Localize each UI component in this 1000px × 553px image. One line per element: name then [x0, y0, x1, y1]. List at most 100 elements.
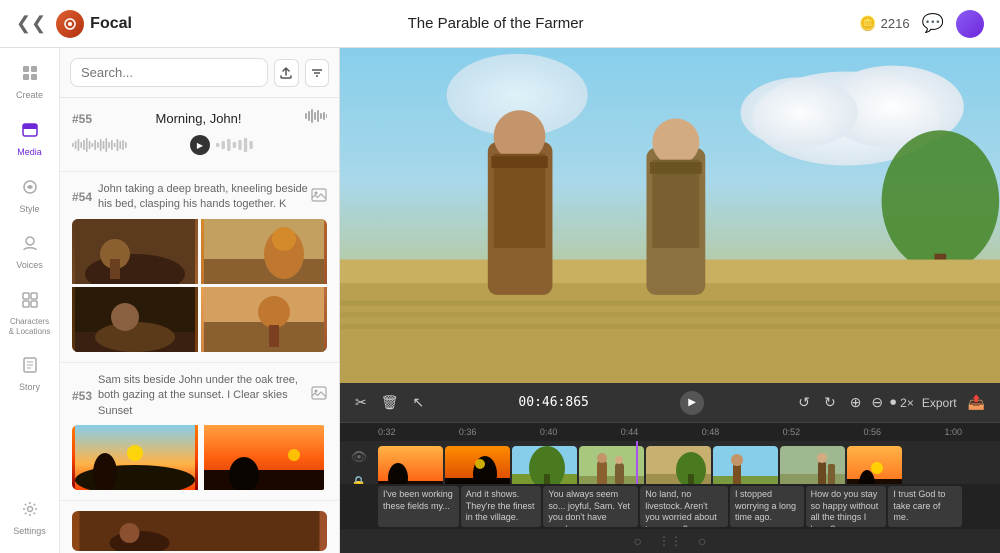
track-thumb[interactable] — [847, 446, 902, 484]
filter-button[interactable] — [305, 59, 330, 87]
sidebar-item-characters[interactable]: Characters & Locations — [4, 283, 56, 344]
timeline-bottom-bar: ○ ⋮⋮ ○ — [340, 529, 1000, 553]
app-name: Focal — [90, 15, 132, 33]
sidebar-item-settings[interactable]: Settings — [4, 492, 56, 545]
timeline-time: 00:46:865 — [518, 395, 588, 410]
upload-button[interactable] — [274, 59, 299, 87]
image-icon-53 — [311, 386, 327, 405]
delete-button[interactable]: 🗑 — [378, 391, 402, 414]
track-thumb[interactable] — [780, 446, 845, 484]
sidebar-item-story[interactable]: Story — [4, 348, 56, 401]
track-thumb[interactable] — [579, 446, 644, 484]
sidebar-item-style[interactable]: Style — [4, 170, 56, 223]
scene-item-partial[interactable] — [60, 501, 339, 553]
sidebar-item-media-label: Media — [17, 147, 42, 158]
sidebar-item-voices[interactable]: Voices — [4, 226, 56, 279]
redo-button[interactable]: ↻ — [821, 391, 839, 414]
credits-value: 2216 — [881, 16, 910, 31]
zoom-controls: ⊕ ⊖ ⏺ 2× — [847, 391, 914, 414]
nav-back-button[interactable]: ❮❮ — [16, 13, 46, 34]
caption-segment: I stopped worrying a long time ago. — [730, 486, 804, 527]
ruler-mark: 1:00 — [944, 427, 962, 437]
scene-item-53[interactable]: #53 Sam sits beside John under the oak t… — [60, 363, 339, 501]
sidebar-item-story-label: Story — [19, 382, 40, 393]
scene-thumb — [201, 287, 327, 352]
scene-images-54 — [72, 219, 327, 352]
export-button[interactable]: Export — [922, 396, 957, 410]
zoom-out-button[interactable]: ⊖ — [868, 391, 886, 414]
style-icon — [21, 178, 39, 201]
scene-desc-53: Sam sits beside John under the oak tree,… — [98, 373, 311, 419]
ruler-mark: 0:52 — [783, 427, 801, 437]
topbar-left: ❮❮ Focal — [16, 10, 132, 38]
export-icon-button[interactable]: 📤 — [965, 391, 988, 414]
scene-thumb — [72, 219, 198, 284]
timeline-toolbar: ✂ 🗑 ↖ 00:46:865 ▶ ↺ ↻ ⊕ ⊖ ⏺ 2× Export 📤 — [340, 383, 1000, 423]
main-layout: Create Media Style — [0, 48, 1000, 553]
track-thumb[interactable] — [512, 446, 577, 484]
track-thumb[interactable] — [646, 446, 711, 484]
sidebar-item-create-label: Create — [16, 90, 43, 101]
track-side-icons: 👁 🔒 🎤 🔊 — [340, 441, 378, 484]
settings-icon — [21, 500, 39, 523]
thumbnail-strip — [378, 441, 1000, 484]
play-button-55[interactable] — [190, 135, 210, 155]
undo-button[interactable]: ↺ — [795, 391, 813, 414]
timeline-ruler: 0:32 0:36 0:40 0:44 0:48 0:52 0:56 1:00 — [340, 423, 1000, 441]
scene-header-53: #53 Sam sits beside John under the oak t… — [72, 373, 327, 419]
sidebar-item-create[interactable]: Create — [4, 56, 56, 109]
scene-thumb — [201, 219, 327, 284]
ruler-mark: 0:40 — [540, 427, 558, 437]
timeline: ✂ 🗑 ↖ 00:46:865 ▶ ↺ ↻ ⊕ ⊖ ⏺ 2× Export 📤 — [340, 383, 1000, 553]
track-area: 👁 🔒 🎤 🔊 — [340, 441, 1000, 484]
track-thumb[interactable] — [378, 446, 443, 484]
app-logo: Focal — [56, 10, 132, 38]
media-icon — [21, 121, 39, 144]
scene-number-55: #55 — [72, 112, 92, 126]
sidebar-item-style-label: Style — [19, 204, 39, 215]
ruler-mark: 0:36 — [459, 427, 477, 437]
scene-desc-54: John taking a deep breath, kneeling besi… — [98, 182, 311, 213]
story-icon — [21, 356, 39, 379]
play-pause-button[interactable]: ▶ — [680, 391, 704, 415]
user-avatar[interactable] — [956, 10, 984, 38]
voices-icon — [21, 234, 39, 257]
credits-badge: 🪙 2216 — [859, 15, 909, 32]
scene-item-54[interactable]: #54 John taking a deep breath, kneeling … — [60, 172, 339, 363]
cursor-button[interactable]: ↖ — [410, 391, 428, 414]
caption-segment: And it shows. They're the finest in the … — [461, 486, 542, 527]
sidebar-item-settings-label: Settings — [13, 526, 46, 537]
image-icon-54 — [311, 188, 327, 207]
caption-segment: I trust God to take care of me. — [888, 486, 962, 527]
scene-thumb — [72, 425, 198, 490]
chat-icon[interactable]: 💬 — [922, 13, 944, 34]
caption-segment: I've been working these fields my... — [378, 486, 459, 527]
scissors-button[interactable]: ✂ — [352, 391, 370, 414]
grid-icon[interactable]: ⋮⋮ — [658, 534, 682, 548]
eye-icon[interactable]: 👁 — [351, 449, 368, 465]
scene-list: #55 Morning, John! — [60, 98, 339, 553]
zoom-level: 2× — [900, 396, 914, 410]
search-input[interactable] — [70, 58, 268, 87]
sidebar-item-media[interactable]: Media — [4, 113, 56, 166]
track-thumb[interactable] — [445, 446, 510, 484]
caption-segment: No land, no livestock. Aren't you worrie… — [640, 486, 728, 527]
caption-segment: You always seem so... joyful, Sam. Yet y… — [543, 486, 638, 527]
track-thumb[interactable] — [713, 446, 778, 484]
loop-start-icon[interactable]: ○ — [634, 533, 642, 549]
scene-header-54: #54 John taking a deep breath, kneeling … — [72, 182, 327, 213]
ruler-mark: 0:48 — [702, 427, 720, 437]
scene-item-55[interactable]: #55 Morning, John! — [60, 98, 339, 172]
zoom-in-button[interactable]: ⊕ — [847, 391, 865, 414]
lock-icon[interactable]: 🔒 — [351, 475, 367, 484]
characters-icon — [21, 291, 39, 314]
waveform-icon-55 — [305, 108, 327, 129]
scene-header-55: #55 Morning, John! — [72, 108, 327, 129]
record-icon: ⏺ — [890, 395, 896, 410]
video-preview — [340, 48, 1000, 383]
loop-end-icon[interactable]: ○ — [698, 533, 706, 549]
ruler-mark: 0:44 — [621, 427, 639, 437]
video-track[interactable] — [378, 441, 1000, 484]
project-title: The Parable of the Farmer — [408, 15, 584, 32]
scene-panel: #55 Morning, John! — [60, 48, 340, 553]
